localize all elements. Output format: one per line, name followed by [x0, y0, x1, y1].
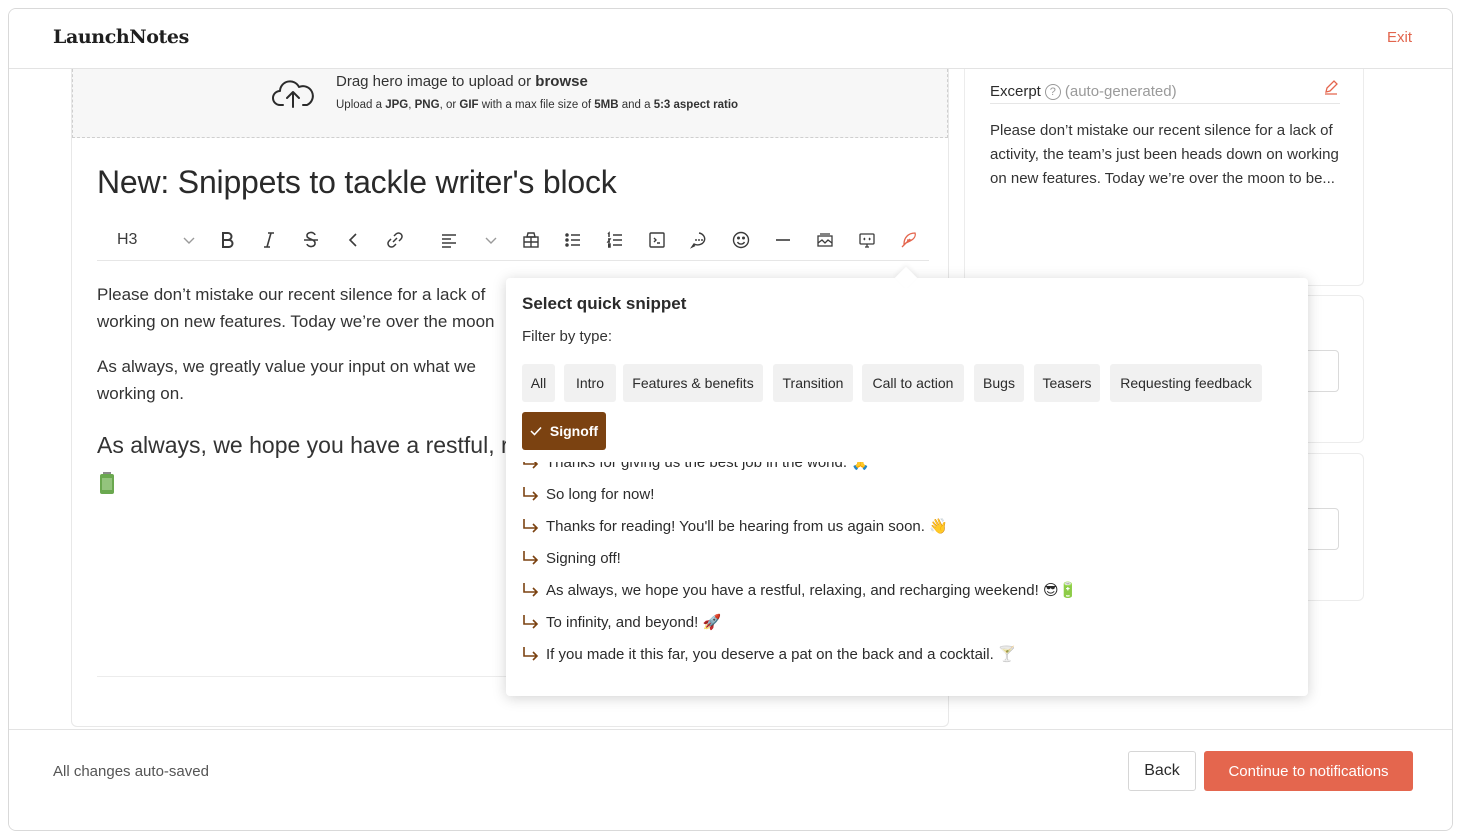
- upload-requirements: Upload a JPG, PNG, or GIF with a max fil…: [336, 99, 739, 111]
- emoji-icon[interactable]: [731, 227, 751, 253]
- editor-toolbar: H3: [97, 221, 929, 261]
- browse-link[interactable]: browse: [535, 73, 588, 90]
- filter-chip-requesting-feedback[interactable]: Requesting feedback: [1110, 364, 1262, 402]
- cloud-upload-icon: [272, 80, 314, 108]
- snippet-item[interactable]: Signing off!: [522, 542, 621, 574]
- filter-chip-teasers[interactable]: Teasers: [1034, 364, 1100, 402]
- return-arrow-icon: [523, 487, 539, 501]
- image-gallery-icon[interactable]: [815, 227, 835, 253]
- popup-title: Select quick snippet: [522, 294, 687, 313]
- bold-icon[interactable]: [217, 227, 237, 253]
- quote-bubble-icon[interactable]: [689, 227, 709, 253]
- align-left-icon[interactable]: [439, 227, 459, 253]
- exit-link[interactable]: Exit: [1387, 29, 1412, 46]
- filter-chip-transition[interactable]: Transition: [773, 364, 853, 402]
- link-icon[interactable]: [385, 227, 405, 253]
- return-arrow-icon: [523, 462, 539, 469]
- excerpt-divider: [990, 103, 1340, 104]
- snippet-item[interactable]: To infinity, and beyond! 🚀: [522, 606, 721, 638]
- italic-icon[interactable]: [259, 227, 279, 253]
- align-chevron-down-icon[interactable]: [481, 227, 501, 253]
- excerpt-header: Excerpt ? (auto-generated): [990, 83, 1177, 100]
- editor-heading-3[interactable]: As always, we hope you have a restful, r…: [97, 432, 517, 459]
- excerpt-text[interactable]: Please don’t mistake our recent silence …: [990, 119, 1345, 191]
- numbered-list-icon[interactable]: [605, 227, 625, 253]
- post-title[interactable]: New: Snippets to tackle writer's block: [97, 164, 617, 201]
- filter-label: Filter by type:: [522, 328, 613, 345]
- return-arrow-icon: [523, 615, 539, 629]
- battery-emoji-icon: [100, 472, 114, 494]
- filter-chip-all[interactable]: All: [522, 364, 555, 402]
- hero-image-dropzone[interactable]: Drag hero image to upload or browse Uplo…: [72, 69, 948, 138]
- bullet-list-icon[interactable]: [563, 227, 583, 253]
- top-bar: LaunchNotes Exit: [9, 9, 1452, 69]
- pencil-icon[interactable]: [1323, 79, 1339, 95]
- snippet-item[interactable]: So long for now!: [522, 478, 654, 510]
- heading-select[interactable]: H3: [117, 227, 137, 253]
- excerpt-card: Excerpt ? (auto-generated) Please don’t …: [964, 69, 1364, 286]
- code-block-icon[interactable]: [647, 227, 667, 253]
- filter-chip-bugs[interactable]: Bugs: [974, 364, 1024, 402]
- filter-chip-intro[interactable]: Intro: [564, 364, 616, 402]
- snippet-item[interactable]: Thanks for reading! You'll be hearing fr…: [522, 510, 948, 542]
- embed-icon[interactable]: [857, 227, 877, 253]
- return-arrow-icon: [523, 519, 539, 533]
- return-arrow-icon: [523, 647, 539, 661]
- editor-paragraph-1[interactable]: Please don’t mistake our recent silence …: [97, 281, 517, 335]
- excerpt-auto-generated: (auto-generated): [1064, 83, 1177, 100]
- strikethrough-icon[interactable]: [301, 227, 321, 253]
- checkmark-icon: [530, 426, 542, 436]
- heading-chevron-down-icon[interactable]: [179, 227, 199, 253]
- editor-paragraph-2[interactable]: As always, we greatly value your input o…: [97, 353, 517, 407]
- continue-to-notifications-button[interactable]: Continue to notifications: [1204, 751, 1413, 791]
- help-circle-icon[interactable]: ?: [1044, 83, 1061, 100]
- horizontal-rule-icon[interactable]: [773, 227, 793, 253]
- table-icon[interactable]: [521, 227, 541, 253]
- return-arrow-icon: [523, 583, 539, 597]
- snippet-item[interactable]: Thanks for giving us the best job in the…: [522, 462, 870, 478]
- excerpt-label: Excerpt: [990, 83, 1041, 100]
- footer-bar: All changes auto-saved Back Continue to …: [9, 729, 1452, 830]
- snippet-list: Thanks for giving us the best job in the…: [522, 462, 1292, 684]
- return-arrow-icon: [523, 551, 539, 565]
- code-icon[interactable]: [343, 227, 363, 253]
- autosave-status: All changes auto-saved: [53, 763, 209, 780]
- upload-title: Drag hero image to upload or browse: [336, 73, 588, 90]
- back-button[interactable]: Back: [1128, 751, 1196, 791]
- filter-chip-features-benefits[interactable]: Features & benefits: [623, 364, 763, 402]
- filter-chip-call-to-action[interactable]: Call to action: [862, 364, 964, 402]
- snippet-feather-icon[interactable]: [899, 227, 919, 253]
- quick-snippet-popup: Select quick snippet Filter by type: All…: [506, 278, 1308, 696]
- launchnotes-logo[interactable]: LaunchNotes: [53, 26, 189, 48]
- snippet-item[interactable]: If you made it this far, you deserve a p…: [522, 638, 1017, 670]
- snippet-item[interactable]: As always, we hope you have a restful, r…: [522, 574, 1077, 606]
- filter-chip-signoff[interactable]: Signoff: [522, 412, 606, 450]
